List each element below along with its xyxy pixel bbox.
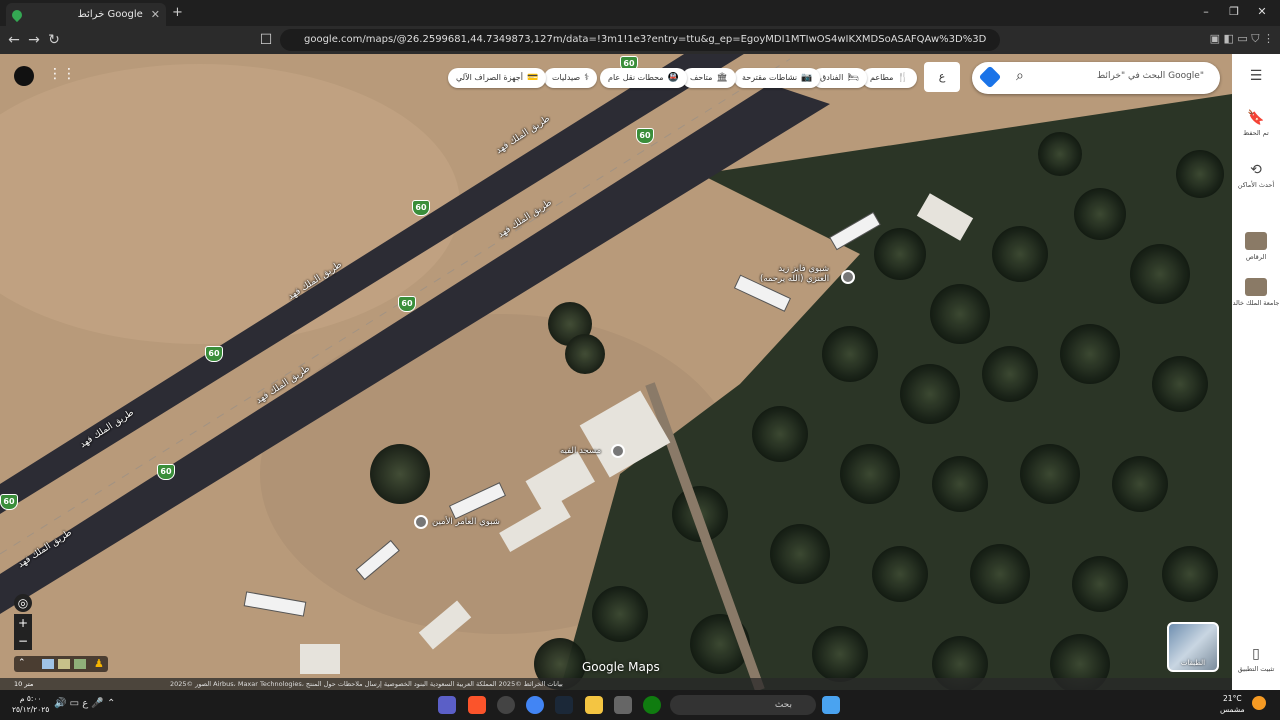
menu-button[interactable]: ☰ (1232, 68, 1280, 87)
maps-favicon-icon (9, 7, 25, 22)
windows-taskbar: ٥:٠٠ م ٢٥/١٢/٢٠٢٥ 🔊 ▭ ع 🎤 ⌃ بحث 21°C مشمس (0, 690, 1280, 720)
bookmark-icon[interactable]: ☐ (258, 32, 274, 48)
expand-icon[interactable]: ⌃ (18, 658, 26, 668)
mosque-pin[interactable] (611, 444, 625, 458)
keyboard-language-button[interactable]: ع (924, 62, 960, 92)
attribution-text[interactable]: الصور ©2025 Airbus، Maxar Technologies، … (170, 678, 563, 690)
route-shield: 60 (412, 200, 430, 216)
google-maps-watermark: Google Maps (582, 660, 660, 674)
brave-icon[interactable] (468, 696, 486, 714)
layer-thumbnails[interactable]: ⌃ ♟ (14, 656, 108, 672)
chrome-icon[interactable] (526, 696, 544, 714)
tray-icons[interactable]: 🔊 ▭ ع 🎤 ⌃ (54, 698, 115, 709)
recent-place-2[interactable]: جامعة الملك خالد (1232, 278, 1280, 307)
store-icon[interactable] (614, 696, 632, 714)
chip-atms[interactable]: أجهزة الصراف الآلي 💳 (448, 68, 547, 88)
search-icon[interactable]: ⌕ (1016, 68, 1024, 84)
forward-button[interactable]: → (26, 32, 42, 48)
route-shield: 60 (398, 296, 416, 312)
route-shield: 60 (636, 128, 654, 144)
windows-start-icon[interactable] (822, 696, 840, 714)
browser-tab[interactable]: خرائط Google ✕ (6, 3, 166, 26)
saved-button[interactable]: 🔖 تم الحفظ (1232, 110, 1280, 137)
apps-grid-icon[interactable]: ⋮⋮ (48, 66, 76, 82)
layer-thumb[interactable] (42, 659, 54, 669)
place-pin[interactable] (414, 515, 428, 529)
folder-icon[interactable] (585, 696, 603, 714)
account-avatar[interactable] (14, 66, 34, 86)
menu-icon: ☰ (1249, 68, 1263, 84)
chip-museums[interactable]: متاحف 🏛 (682, 68, 736, 88)
app-icon[interactable] (497, 696, 515, 714)
back-button[interactable]: ← (6, 32, 22, 48)
layer-thumb[interactable] (58, 659, 70, 669)
minimize-button[interactable]: – (1196, 5, 1216, 18)
zoom-in-button[interactable]: + (14, 614, 32, 632)
zoom-out-button[interactable]: − (14, 632, 32, 650)
transit-icon: 🚇 (667, 73, 679, 83)
fork-knife-icon: 🍴 (897, 73, 909, 83)
museum-icon: 🏛 (716, 73, 728, 83)
scale-bar[interactable]: 10 متر (14, 678, 33, 690)
maximize-button[interactable]: ❐ (1224, 5, 1244, 18)
chip-hotels[interactable]: الفنادق 🛏 (812, 68, 867, 88)
bed-icon: 🛏 (847, 73, 859, 83)
app-icon[interactable] (438, 696, 456, 714)
side-rail: ☰ 🔖 تم الحفظ ⟲ أحدث الأماكن الرقاص جامعة ا… (1232, 54, 1280, 690)
tab-close-icon[interactable]: ✕ (151, 8, 160, 21)
close-window-button[interactable]: ✕ (1252, 5, 1272, 18)
recent-place-1[interactable]: الرقاص (1232, 232, 1280, 261)
place-pin[interactable] (841, 270, 855, 284)
steam-icon[interactable] (555, 696, 573, 714)
search-placeholder: البحث في "خرائط Google" (1096, 71, 1204, 81)
xbox-icon[interactable] (643, 696, 661, 714)
search-input[interactable]: ⌕ البحث في "خرائط Google" (972, 62, 1220, 94)
layers-button[interactable]: الطبقات (1167, 622, 1219, 672)
route-shield: 60 (0, 494, 18, 510)
bookmark-icon: 🔖 (1247, 110, 1265, 126)
tab-title: خرائط Google (77, 9, 143, 20)
address-toolbar: ← → ↻ ☐ google.com/maps/@26.2599681,44.7… (0, 26, 1280, 54)
camera-icon: 📷 (801, 73, 813, 83)
map-imagery (0, 54, 1232, 690)
place-label[interactable]: مسجد الفيه (560, 446, 601, 456)
chip-pharmacies[interactable]: صيدليات ⚕ (544, 68, 598, 88)
history-icon: ⟲ (1250, 162, 1262, 178)
recent-button[interactable]: ⟲ أحدث الأماكن (1232, 162, 1280, 189)
place-label[interactable]: شبوي فايز زيد العنزي (الله يرحمه) (760, 264, 829, 284)
satellite-map[interactable]: طريق الملك فهد طريق الملك فهد طريق الملك… (0, 54, 1232, 690)
pharmacy-icon: ⚕ (584, 73, 590, 83)
place-thumbnail (1245, 278, 1267, 296)
phone-icon: ▯ (1252, 646, 1260, 662)
url-field[interactable]: google.com/maps/@26.2599681,44.7349873,1… (280, 29, 1000, 51)
pegman-icon[interactable]: ♟ (94, 657, 104, 670)
layer-thumb[interactable] (74, 659, 86, 669)
left-clock: ٥:٠٠ م ٢٥/١٢/٢٠٢٥ (12, 694, 50, 714)
install-app-button[interactable]: ▯ تثبيت التطبيق (1232, 646, 1280, 673)
taskbar-search[interactable]: بحث (670, 695, 816, 715)
my-location-button[interactable]: ◎ (14, 594, 32, 612)
place-label[interactable]: شبوي العامر الأمين (432, 517, 500, 527)
directions-icon[interactable] (978, 65, 1002, 89)
place-thumbnail (1245, 232, 1267, 250)
chip-transit[interactable]: محطات نقل عام 🚇 (600, 68, 687, 88)
route-shield: 60 (205, 346, 223, 362)
new-tab-button[interactable]: + (172, 5, 183, 20)
chip-restaurants[interactable]: مطاعم 🍴 (862, 68, 917, 88)
route-shield: 60 (157, 464, 175, 480)
tab-bar: خرائط Google ✕ + – ❐ ✕ (0, 0, 1280, 26)
atm-icon: 💳 (526, 73, 539, 83)
weather-icon (1252, 696, 1266, 710)
chip-things-to-do[interactable]: نشاطات مقترحة 📷 (734, 68, 821, 88)
extensions-icons[interactable]: ▣ ◧ ▭ ⛉ ⋮ (1210, 32, 1274, 46)
reload-button[interactable]: ↻ (46, 32, 62, 48)
weather-widget[interactable]: 21°C مشمس (1220, 693, 1245, 715)
attribution-bar: 10 متر الصور ©2025 Airbus، Maxar Technol… (0, 678, 1232, 690)
